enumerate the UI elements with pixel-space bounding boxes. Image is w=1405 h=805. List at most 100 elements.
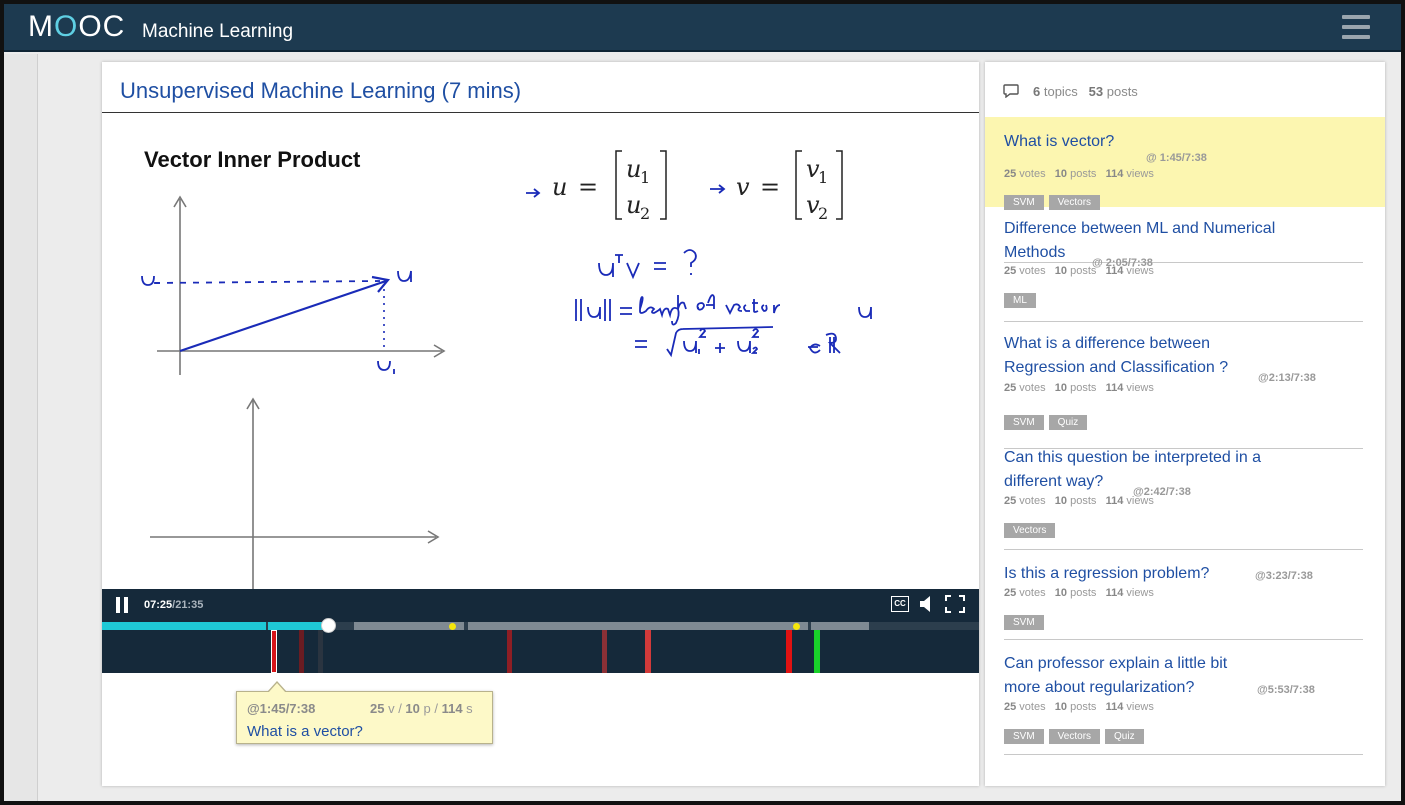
app-window: MOOC Machine Learning Unsupervised Machi… [4, 4, 1401, 801]
buffered-segment [811, 622, 869, 630]
svg-text:1: 1 [818, 168, 828, 187]
topic-tags: SVM Quiz [1004, 412, 1092, 430]
topic-item[interactable]: Can this question be interpreted in a dif… [985, 446, 1385, 546]
tag-badge[interactable]: SVM [1004, 195, 1044, 210]
topic-timestamp[interactable]: @3:23/7:38 [1255, 570, 1313, 582]
topic-tags: SVM Vectors [1004, 192, 1105, 210]
question-tooltip[interactable]: @1:45/7:38 25 v / 10 p / 114 s What is a… [236, 681, 493, 744]
video-frame[interactable]: Vector Inner Product u = u 1 u 2 v = v 1… [102, 113, 979, 589]
slide-drawing: u = u1 u2 v = v1 v2 [141, 150, 872, 589]
tag-badge[interactable]: Vectors [1048, 195, 1101, 210]
left-gutter [4, 54, 38, 801]
topic-stats: 25 votes 10 posts 114 views [1004, 701, 1154, 713]
buffered-segment [354, 622, 464, 630]
logo-letter-m: M [28, 10, 54, 43]
topic-tags: Vectors [1004, 520, 1060, 538]
tooltip-votes: 25 [370, 701, 385, 716]
svg-text:2: 2 [818, 204, 828, 223]
logo-letter-o: O [54, 10, 79, 43]
video-panel: Unsupervised Machine Learning (7 mins) V… [102, 62, 979, 786]
tag-badge[interactable]: ML [1004, 293, 1036, 308]
tag-badge[interactable]: Vectors [1004, 523, 1056, 538]
svg-text:=: = [760, 173, 780, 201]
topic-tags: ML [1004, 290, 1041, 308]
heat-mark[interactable] [645, 630, 651, 673]
topic-stats: 25 votes 10 posts 114 views [1004, 495, 1154, 507]
video-controls: 07:25/21:35 CC [102, 589, 979, 673]
tag-badge[interactable]: Vectors [1048, 729, 1101, 744]
topic-stats: 25 votes 10 posts 114 views [1004, 168, 1154, 180]
topic-title-link[interactable]: What is vector? [1004, 130, 1114, 154]
svg-text:2: 2 [640, 204, 650, 223]
video-time: 07:25/21:35 [144, 599, 203, 611]
played-segment [268, 622, 328, 630]
comment-icon [1003, 84, 1019, 98]
pause-icon[interactable] [116, 597, 130, 613]
tag-badge[interactable]: SVM [1004, 615, 1044, 630]
logo-letters-oc: OC [78, 10, 126, 43]
total-time: /21:35 [172, 599, 204, 611]
top-axes [157, 195, 446, 375]
topic-stats: 25 votes 10 posts 114 views [1004, 382, 1154, 394]
topic-divider [1004, 639, 1363, 640]
tag-badge[interactable]: Quiz [1048, 415, 1088, 430]
topic-divider [1004, 549, 1363, 550]
heat-mark[interactable] [814, 630, 820, 673]
topic-item[interactable]: Difference between ML and Numerical Metho… [985, 217, 1385, 317]
topic-stats: 25 votes 10 posts 114 views [1004, 265, 1154, 277]
topic-title-link[interactable]: What is a difference between Regression a… [1004, 332, 1228, 380]
handwriting [141, 184, 872, 374]
tooltip-question-link[interactable]: What is a vector? [247, 723, 363, 740]
volume-icon[interactable] [919, 595, 937, 613]
course-title: Machine Learning [142, 21, 294, 42]
heat-mark[interactable] [318, 630, 323, 673]
closed-captions-icon[interactable]: CC [891, 596, 909, 612]
tag-badge[interactable]: SVM [1004, 729, 1044, 744]
heat-mark[interactable] [271, 630, 277, 673]
heat-mark[interactable] [602, 630, 607, 673]
topic-timestamp[interactable]: @ 1:45/7:38 [1146, 152, 1207, 164]
topic-title-link[interactable]: Is this a regression problem? [1004, 562, 1209, 586]
heat-mark[interactable] [786, 630, 792, 673]
fullscreen-icon[interactable] [945, 595, 965, 613]
topic-tags: SVM Vectors Quiz [1004, 726, 1149, 744]
tag-badge[interactable]: SVM [1004, 415, 1044, 430]
topic-tags: SVM [1004, 612, 1049, 630]
heat-mark[interactable] [507, 630, 512, 673]
menu-icon[interactable] [1342, 15, 1370, 39]
buffered-segment [468, 622, 808, 630]
topic-timestamp[interactable]: @2:13/7:38 [1258, 372, 1316, 384]
svg-text:=: = [578, 173, 598, 201]
seek-bar[interactable] [102, 622, 979, 630]
topic-item[interactable]: What is vector? @ 1:45/7:38 25 votes 10 po… [985, 117, 1385, 210]
topic-item[interactable]: What is a difference between Regression a… [985, 332, 1385, 442]
top-bar: MOOC Machine Learning [4, 4, 1401, 52]
vector-equations: u = u1 u2 v = v1 v2 [552, 150, 843, 223]
discussion-sidebar: 6 topics 53 posts What is vector? @ 1:45/… [985, 62, 1385, 786]
svg-text:v: v [736, 173, 750, 201]
posts-count: 53 [1088, 84, 1104, 99]
vector-u [153, 275, 391, 353]
question-marker[interactable] [449, 623, 456, 630]
seek-handle[interactable] [321, 618, 336, 633]
tag-badge[interactable]: Quiz [1105, 729, 1144, 744]
mooc-logo[interactable]: MOOC [28, 10, 125, 44]
tooltip-stats: 25 v / 10 p / 114 s [370, 701, 473, 716]
tooltip-posts: 10 [405, 701, 420, 716]
topic-timestamp[interactable]: @5:53/7:38 [1257, 684, 1315, 696]
tooltip-time: @1:45/7:38 [247, 701, 316, 716]
current-time: 07:25 [144, 599, 173, 611]
svg-text:1: 1 [640, 168, 650, 187]
topic-divider [1004, 754, 1363, 755]
question-marker[interactable] [793, 623, 800, 630]
tooltip-views: 114 [441, 701, 463, 716]
topic-title-link[interactable]: Can professor explain a little bit more a… [1004, 652, 1227, 700]
discussion-summary: 6 topics 53 posts [1003, 84, 1138, 99]
topic-stats: 25 votes 10 posts 114 views [1004, 587, 1154, 599]
bottom-axes [150, 397, 440, 589]
svg-text:u: u [552, 173, 567, 201]
played-segment [102, 622, 266, 630]
topic-divider [1004, 321, 1363, 322]
video-title: Unsupervised Machine Learning (7 mins) [120, 78, 522, 103]
heat-mark[interactable] [299, 630, 304, 673]
